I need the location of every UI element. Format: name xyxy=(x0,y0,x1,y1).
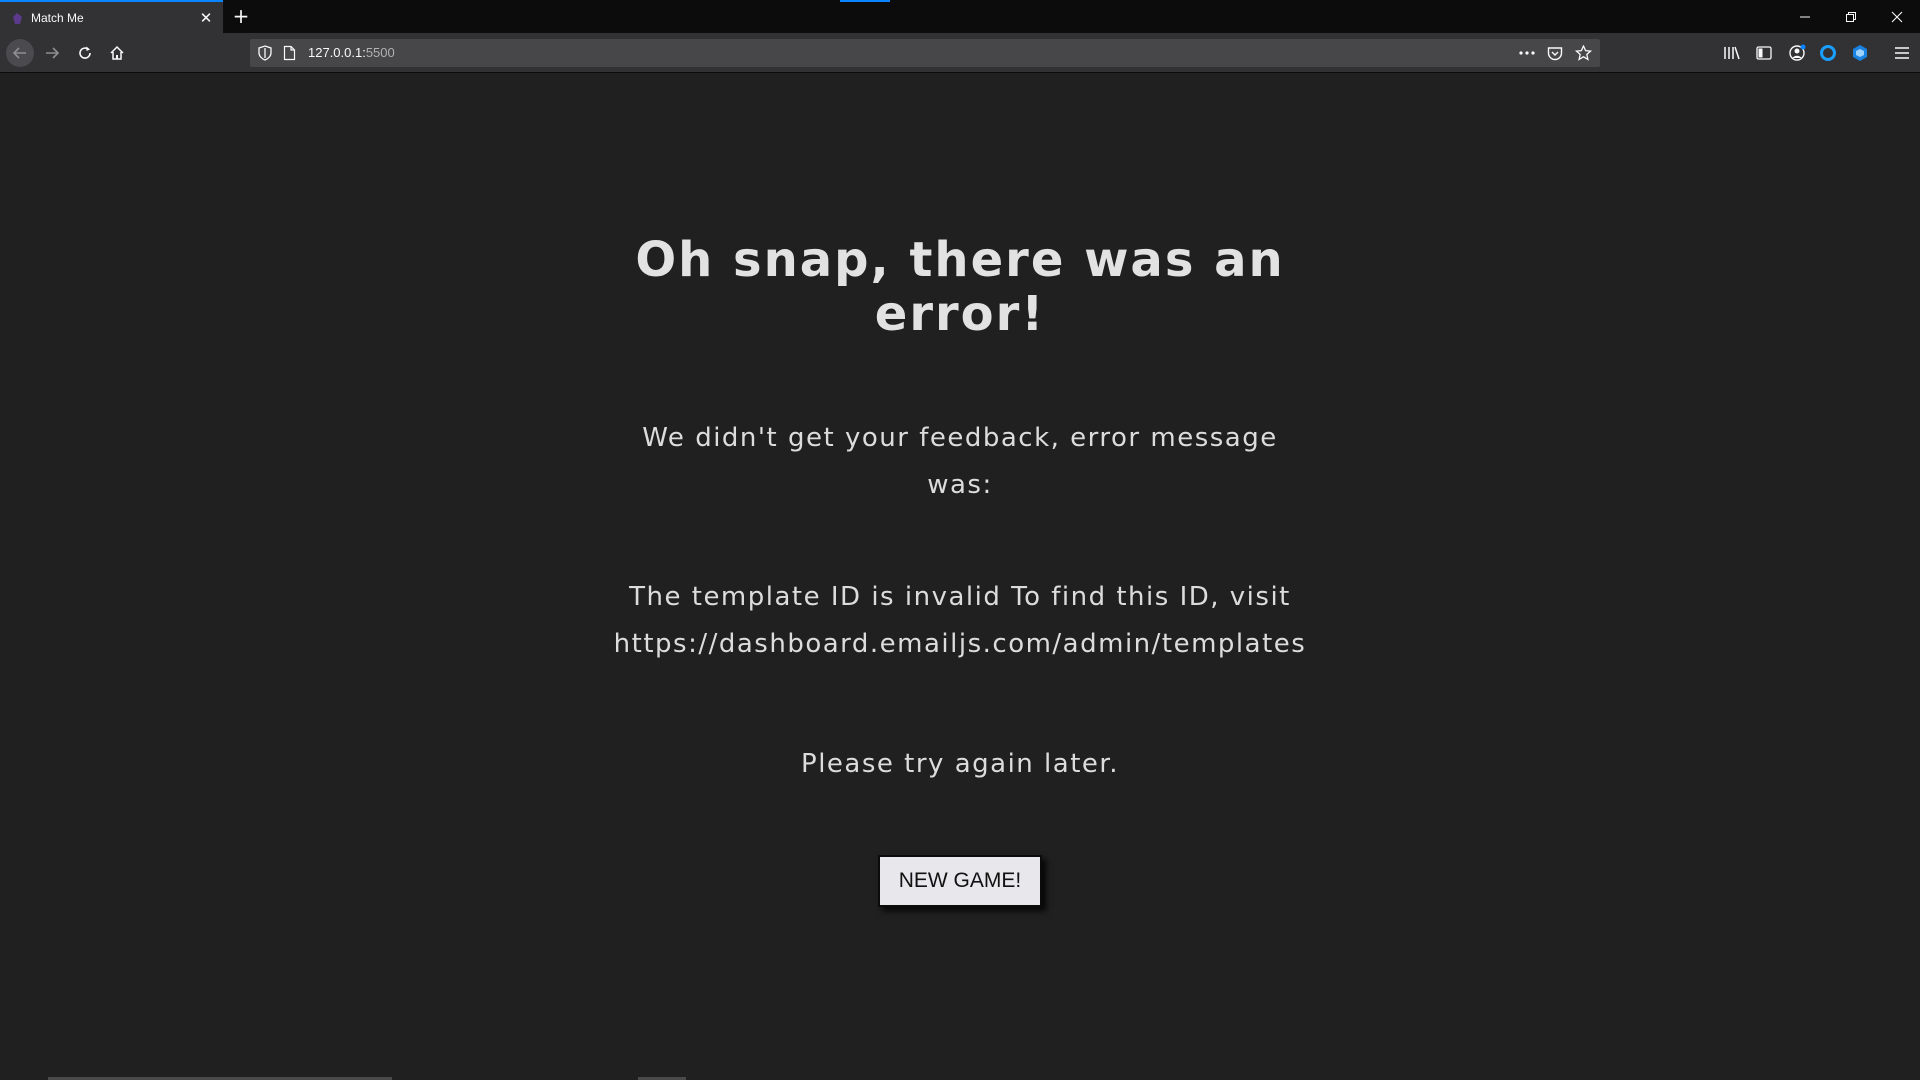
feedback-error-lead: We didn't get your feedback, error messa… xyxy=(642,423,1278,500)
url-host: 127.0.0.1: xyxy=(308,45,366,60)
sidebar-icon[interactable] xyxy=(1753,43,1775,63)
back-arrow-icon[interactable] xyxy=(6,39,34,67)
pocket-icon[interactable] xyxy=(1545,44,1565,62)
tracking-shield-icon[interactable] xyxy=(258,45,272,61)
url-port: 5500 xyxy=(365,45,395,60)
library-icon[interactable] xyxy=(1721,43,1743,63)
home-icon[interactable] xyxy=(103,39,131,67)
url-bar[interactable]: 127.0.0.1:5500 xyxy=(250,39,1600,67)
tab-loading-indicator xyxy=(840,0,890,2)
close-window-icon[interactable] xyxy=(1874,0,1920,33)
page-info-icon[interactable] xyxy=(283,45,296,61)
page-content: Oh snap, there was an error! We didn't g… xyxy=(0,74,1920,1080)
reload-icon[interactable] xyxy=(71,39,99,67)
extension-cube-icon[interactable] xyxy=(1849,43,1871,63)
forward-arrow-icon[interactable] xyxy=(38,39,66,67)
retry-message: Please try again later. xyxy=(801,749,1119,779)
url-text[interactable]: 127.0.0.1:5500 xyxy=(308,45,395,60)
restore-icon[interactable] xyxy=(1828,0,1874,33)
minimize-icon[interactable] xyxy=(1782,0,1828,33)
bookmark-star-icon[interactable] xyxy=(1573,44,1593,62)
puzzle-favicon-icon xyxy=(13,13,22,24)
account-icon[interactable] xyxy=(1786,43,1808,63)
navigation-bar: 127.0.0.1:5500 xyxy=(0,33,1920,73)
hamburger-menu-icon[interactable] xyxy=(1891,43,1913,63)
extension-ring-icon[interactable] xyxy=(1817,43,1839,63)
close-tab-icon[interactable]: ✕ xyxy=(198,10,214,26)
page-title: Oh snap, there was an error! xyxy=(635,232,1285,342)
new-game-button[interactable]: NEW GAME! xyxy=(878,855,1042,907)
tab-bar: Match Me ✕ + xyxy=(0,0,1920,33)
tab-title: Match Me xyxy=(31,11,84,25)
page-actions-icon[interactable] xyxy=(1517,44,1537,62)
new-tab-icon[interactable]: + xyxy=(230,6,252,28)
tab-match-me[interactable]: Match Me ✕ xyxy=(0,0,223,33)
error-message: The template ID is invalid To find this … xyxy=(613,582,1307,659)
